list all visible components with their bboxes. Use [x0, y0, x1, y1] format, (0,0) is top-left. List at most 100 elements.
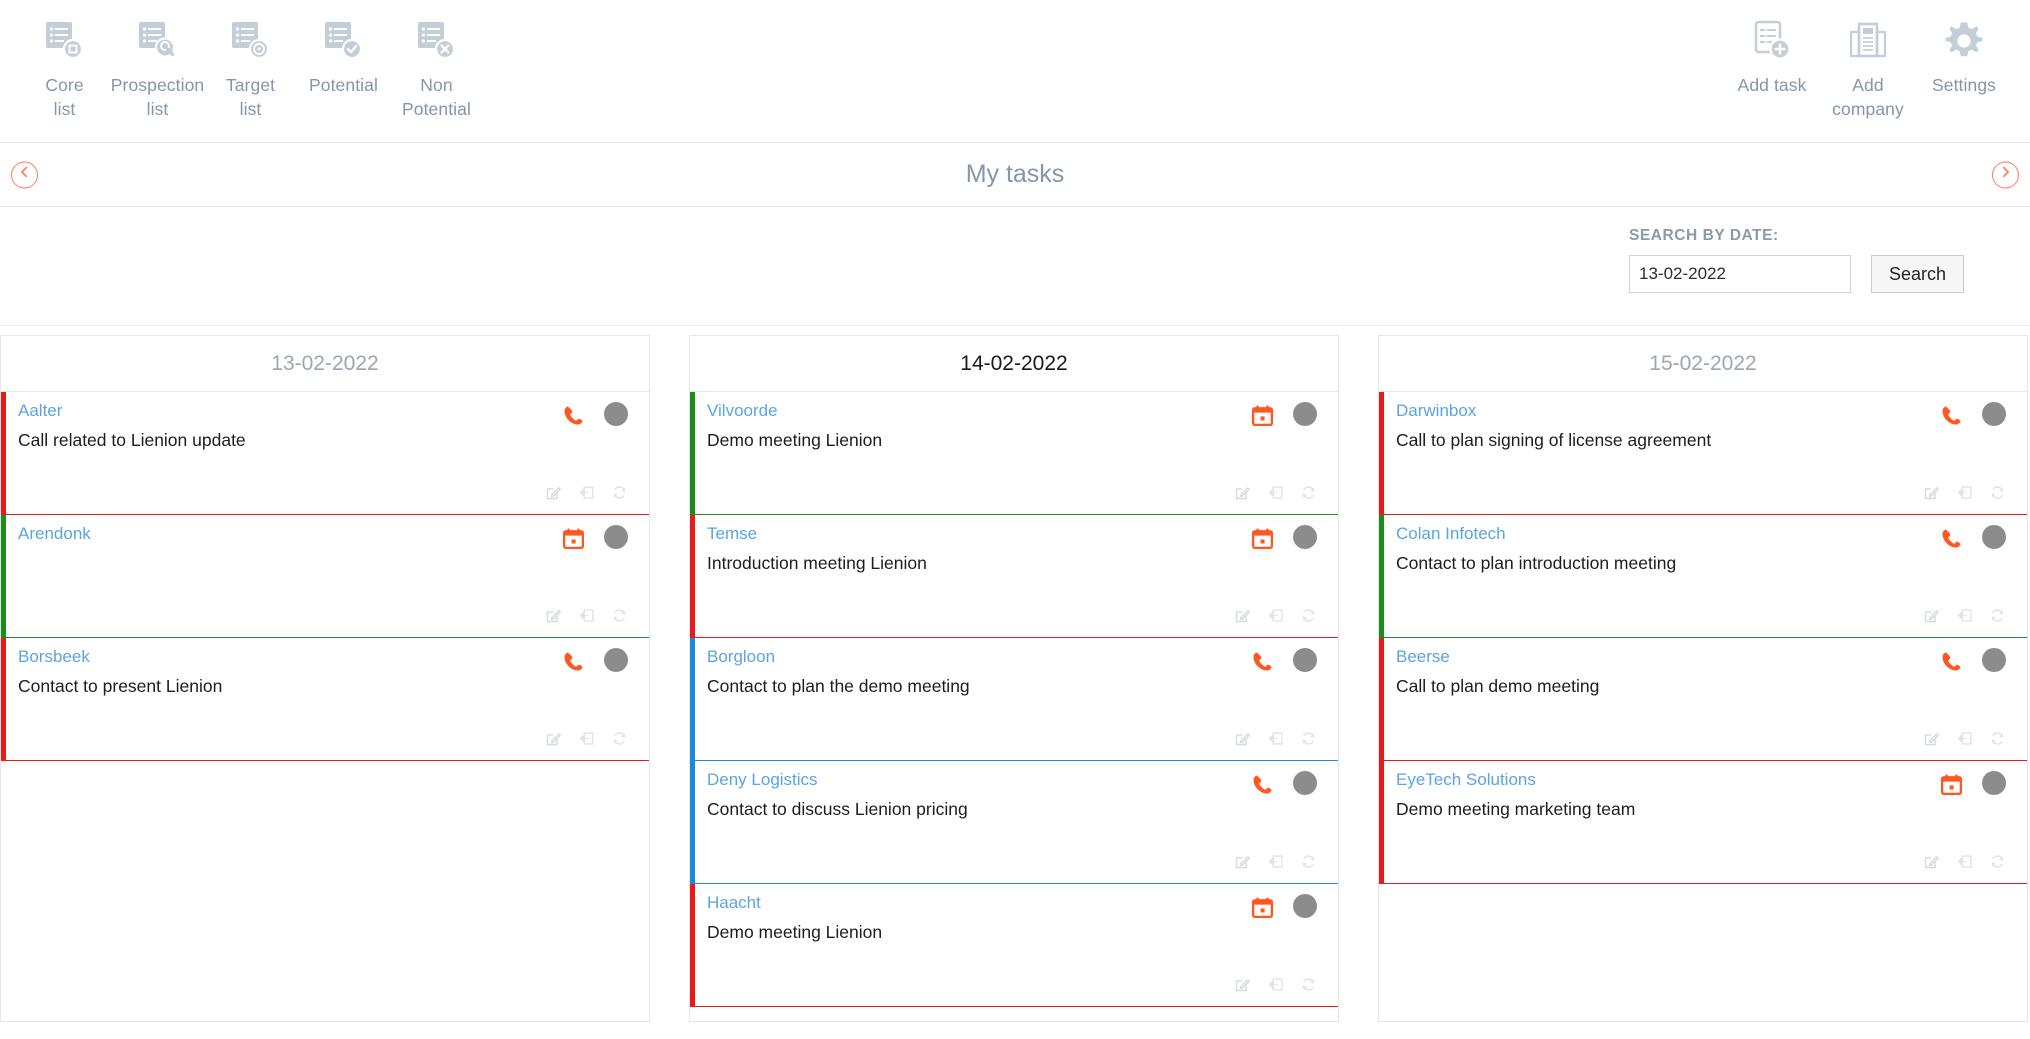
- refresh-icon[interactable]: [1300, 484, 1316, 500]
- day-column: 13-02-2022AalterCall related to Lienion …: [0, 335, 650, 1022]
- task-description: Contact to plan the demo meeting: [707, 676, 1326, 698]
- transfer-icon[interactable]: [1267, 853, 1283, 869]
- task-card[interactable]: BorsbeekContact to present Lienion: [1, 638, 649, 761]
- task-company-link[interactable]: Aalter: [18, 401, 62, 421]
- task-company-link[interactable]: Beerse: [1396, 647, 1450, 667]
- toolbar-left-item-core-list[interactable]: Corelist: [18, 10, 111, 121]
- task-card[interactable]: TemseIntroduction meeting Lienion: [690, 515, 1338, 638]
- task-actions: [545, 730, 627, 746]
- toolbar-left-item-potential[interactable]: Potential: [297, 10, 390, 97]
- search-date-input[interactable]: [1629, 255, 1851, 293]
- refresh-icon[interactable]: [1300, 607, 1316, 623]
- avatar[interactable]: [1293, 525, 1317, 549]
- avatar[interactable]: [1982, 771, 2006, 795]
- edit-icon[interactable]: [1234, 607, 1250, 623]
- task-company-link[interactable]: Deny Logistics: [707, 770, 818, 790]
- edit-icon[interactable]: [1234, 976, 1250, 992]
- task-card[interactable]: Darwinbox Call to plan signing of license…: [1379, 392, 2027, 515]
- refresh-icon[interactable]: [1989, 730, 2005, 746]
- phone-icon: [1250, 649, 1274, 673]
- refresh-icon[interactable]: [1300, 730, 1316, 746]
- refresh-icon[interactable]: [611, 730, 627, 746]
- transfer-icon[interactable]: [1267, 484, 1283, 500]
- toolbar-item-label: Corelist: [45, 73, 83, 121]
- task-card[interactable]: Borgloon Contact to plan the demo meeting: [690, 638, 1338, 761]
- transfer-icon[interactable]: [1956, 607, 1972, 623]
- transfer-icon[interactable]: [1956, 730, 1972, 746]
- refresh-icon[interactable]: [1300, 853, 1316, 869]
- avatar[interactable]: [1293, 894, 1317, 918]
- task-card[interactable]: VilvoordeDemo meeting Lienion: [690, 392, 1338, 515]
- toolbar-right-item-add-company[interactable]: Addcompany: [1820, 10, 1916, 121]
- transfer-icon[interactable]: [578, 484, 594, 500]
- toolbar-right-item-add-task[interactable]: Add task: [1724, 10, 1820, 97]
- refresh-icon[interactable]: [1989, 484, 2005, 500]
- toolbar-item-label: NonPotential: [402, 73, 471, 121]
- task-company-link[interactable]: Vilvoorde: [707, 401, 778, 421]
- refresh-icon[interactable]: [1989, 607, 2005, 623]
- toolbar-right-item-settings[interactable]: Settings: [1916, 10, 2012, 97]
- avatar[interactable]: [1293, 648, 1317, 672]
- toolbar-item-label: Targetlist: [226, 73, 275, 121]
- toolbar-item-label: Potential: [309, 73, 378, 97]
- next-day-button[interactable]: [1992, 161, 2019, 188]
- task-company-link[interactable]: Borsbeek: [18, 647, 90, 667]
- task-company-link[interactable]: Colan Infotech: [1396, 524, 1506, 544]
- task-company-link[interactable]: Borgloon: [707, 647, 775, 667]
- avatar[interactable]: [604, 402, 628, 426]
- transfer-icon[interactable]: [578, 607, 594, 623]
- transfer-icon[interactable]: [1956, 484, 1972, 500]
- avatar[interactable]: [1982, 525, 2006, 549]
- task-company-link[interactable]: Temse: [707, 524, 757, 544]
- phone-icon: [1939, 649, 1963, 673]
- avatar[interactable]: [604, 648, 628, 672]
- transfer-icon[interactable]: [1267, 976, 1283, 992]
- task-company-link[interactable]: Haacht: [707, 893, 761, 913]
- task-card[interactable]: Colan InfotechContact to plan introducti…: [1379, 515, 2027, 638]
- add-task-icon: [1749, 18, 1795, 64]
- task-card[interactable]: Deny LogisticsContact to discuss Lienion…: [690, 761, 1338, 884]
- avatar[interactable]: [1982, 648, 2006, 672]
- top-toolbar: Corelist Prospectionlist Targetlist Potenti…: [0, 0, 2030, 143]
- refresh-icon[interactable]: [1300, 976, 1316, 992]
- task-card[interactable]: EyeTech SolutionsDemo meeting marketing …: [1379, 761, 2027, 884]
- transfer-icon[interactable]: [1956, 853, 1972, 869]
- avatar[interactable]: [1293, 402, 1317, 426]
- avatar[interactable]: [604, 525, 628, 549]
- task-company-link[interactable]: Arendonk: [18, 524, 91, 544]
- task-card[interactable]: HaachtDemo meeting Lienion: [690, 884, 1338, 1007]
- toolbar-left-item-non-potential[interactable]: NonPotential: [390, 10, 483, 121]
- edit-icon[interactable]: [1234, 484, 1250, 500]
- edit-icon[interactable]: [1923, 607, 1939, 623]
- task-card[interactable]: BeerseCall to plan demo meeting: [1379, 638, 2027, 761]
- day-column-date: 15-02-2022: [1649, 352, 1756, 376]
- edit-icon[interactable]: [1234, 853, 1250, 869]
- edit-icon[interactable]: [1234, 730, 1250, 746]
- edit-icon[interactable]: [1923, 484, 1939, 500]
- task-card[interactable]: Arendonk: [1, 515, 649, 638]
- avatar[interactable]: [1982, 402, 2006, 426]
- refresh-icon[interactable]: [611, 484, 627, 500]
- search-button[interactable]: Search: [1871, 255, 1964, 293]
- edit-icon[interactable]: [1923, 730, 1939, 746]
- edit-icon[interactable]: [545, 484, 561, 500]
- transfer-icon[interactable]: [578, 730, 594, 746]
- refresh-icon[interactable]: [611, 607, 627, 623]
- edit-icon[interactable]: [545, 730, 561, 746]
- previous-day-button[interactable]: [11, 161, 38, 188]
- task-description: Call to plan signing of license agreemen…: [1396, 430, 2015, 452]
- transfer-icon[interactable]: [1267, 730, 1283, 746]
- task-card[interactable]: AalterCall related to Lienion update: [1, 392, 649, 515]
- edit-icon[interactable]: [545, 607, 561, 623]
- avatar[interactable]: [1293, 771, 1317, 795]
- edit-icon[interactable]: [1923, 853, 1939, 869]
- refresh-icon[interactable]: [1989, 853, 2005, 869]
- day-column-header: 14-02-2022: [690, 336, 1338, 392]
- task-company-link[interactable]: EyeTech Solutions: [1396, 770, 1536, 790]
- toolbar-left-item-target-list[interactable]: Targetlist: [204, 10, 297, 121]
- transfer-icon[interactable]: [1267, 607, 1283, 623]
- toolbar-left-item-prospection-list[interactable]: Prospectionlist: [111, 10, 204, 121]
- task-company-link[interactable]: Darwinbox: [1396, 401, 1476, 421]
- toolbar-item-label: Addcompany: [1832, 73, 1904, 121]
- day-column: 15-02-2022 Darwinbox Call to plan signing …: [1378, 335, 2028, 1022]
